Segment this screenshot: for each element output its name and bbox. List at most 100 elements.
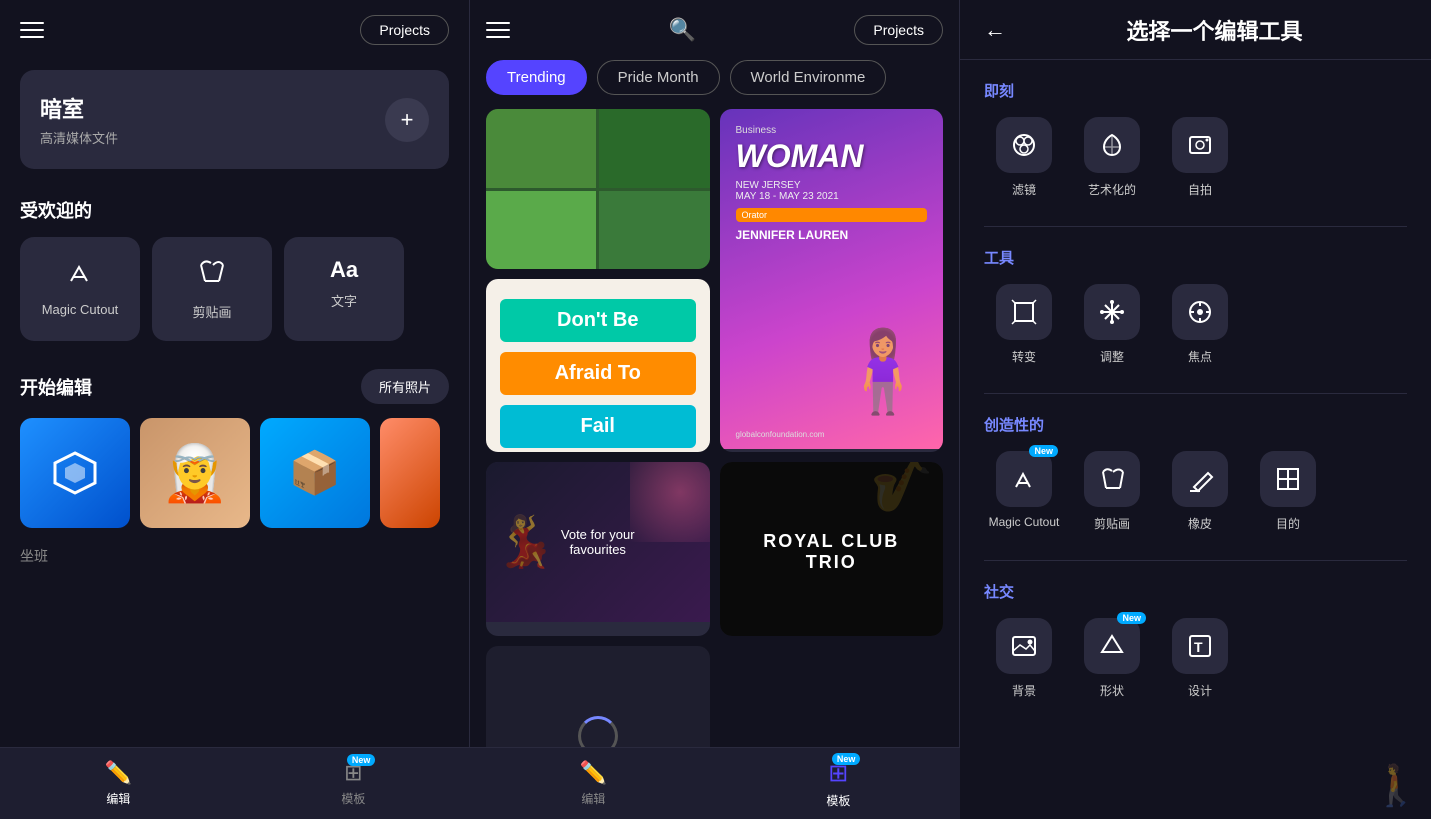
divider-3 xyxy=(984,560,1407,561)
hamburger-icon[interactable] xyxy=(20,22,44,38)
popular-tools-grid: Magic Cutout 剪贴画 Aa 文字 xyxy=(20,237,449,341)
tool-focus[interactable]: 焦点 xyxy=(1160,284,1240,365)
popular-title: 受欢迎的 xyxy=(20,197,449,223)
magic-cutout-new-badge: New xyxy=(1029,445,1058,457)
photo-thumb-3[interactable]: 📦 xyxy=(260,418,370,528)
tool-card-text[interactable]: Aa 文字 xyxy=(284,237,404,341)
text-icon: Aa xyxy=(330,257,358,283)
purpose-icon-box xyxy=(1260,451,1316,507)
tools-row-social: 背景 New 形状 T 设计 xyxy=(984,618,1407,699)
selfie-icon-box xyxy=(1172,117,1228,173)
nav-template[interactable]: ⊞ New 模板 xyxy=(341,760,365,807)
start-edit-title: 开始编辑 xyxy=(20,374,92,400)
template-green-collage[interactable] xyxy=(486,109,710,269)
right-content: 即刻 滤镜 xyxy=(960,60,1431,819)
nav-template-label: 模板 xyxy=(341,790,365,807)
adjust-label: 调整 xyxy=(1100,348,1124,365)
woman-sub-info: NEW JERSEYMAY 18 - MAY 23 2021 xyxy=(736,180,928,202)
tool-collage-right[interactable]: 剪贴画 xyxy=(1072,451,1152,532)
tool-magic-cutout[interactable]: New Magic Cutout xyxy=(984,451,1064,532)
adjust-icon-box xyxy=(1084,284,1140,340)
transform-label: 转变 xyxy=(1012,348,1036,365)
tool-eraser[interactable]: 橡皮 xyxy=(1160,451,1240,532)
woman-website: globalconfoundation.com xyxy=(736,430,825,439)
inspire-line3: Fail xyxy=(500,405,696,448)
section-creative-title: 创造性的 xyxy=(984,414,1407,435)
royal-text: ROYAL CLUBTRIO xyxy=(763,531,899,573)
dark-room-card[interactable]: 暗室 高清媒体文件 + xyxy=(20,70,449,169)
back-button[interactable]: ← xyxy=(984,17,1006,43)
nav-edit[interactable]: ✏️ 编辑 xyxy=(105,760,132,807)
left-content: 暗室 高清媒体文件 + 受欢迎的 Magic Cutout xyxy=(0,60,469,819)
tools-row-instant: 滤镜 艺术化的 自拍 xyxy=(984,117,1407,198)
middle-bottom-nav: ✏️ 编辑 ⊞ New 模板 xyxy=(470,747,960,819)
all-photos-button[interactable]: 所有照片 xyxy=(361,369,449,404)
section-tools-title: 工具 xyxy=(984,247,1407,268)
filter-icon-box xyxy=(996,117,1052,173)
middle-nav-template-label: 模板 xyxy=(826,792,850,809)
woman-biz-label: Business xyxy=(736,125,928,136)
photo-thumb-2[interactable]: 🧝 xyxy=(140,418,250,528)
tool-label-text: 文字 xyxy=(331,291,357,310)
magic-cutout-label: Magic Cutout xyxy=(989,515,1060,529)
nav-edit-label: 编辑 xyxy=(106,790,130,807)
tool-label-magic-cutout: Magic Cutout xyxy=(42,302,119,317)
woman-name: JENNIFER LAUREN xyxy=(736,228,928,242)
design-label: 设计 xyxy=(1188,682,1212,699)
inspire-line1: Don't Be xyxy=(500,299,696,342)
add-button[interactable]: + xyxy=(385,98,429,142)
selfie-label: 自拍 xyxy=(1188,181,1212,198)
middle-nav-template[interactable]: ⊞ New 模板 xyxy=(826,759,850,809)
magic-cutout-icon xyxy=(65,257,95,294)
section-social-title: 社交 xyxy=(984,581,1407,602)
tool-adjust[interactable]: 调整 xyxy=(1072,284,1152,365)
middle-nav-edit-label: 编辑 xyxy=(581,790,605,807)
focus-label: 焦点 xyxy=(1188,348,1212,365)
tool-purpose[interactable]: 目的 xyxy=(1248,451,1328,532)
tool-selfie[interactable]: 自拍 xyxy=(1160,117,1240,198)
right-panel: ← 选择一个编辑工具 即刻 滤镜 xyxy=(960,0,1431,819)
middle-nav-edit[interactable]: ✏️ 编辑 xyxy=(580,760,607,807)
tool-transform[interactable]: 转变 xyxy=(984,284,1064,365)
woman-badge: Orator xyxy=(736,208,928,222)
template-woman-business[interactable]: Business WOMAN NEW JERSEYMAY 18 - MAY 23… xyxy=(720,109,944,452)
tool-shape[interactable]: New 形状 xyxy=(1072,618,1152,699)
tool-filter[interactable]: 滤镜 xyxy=(984,117,1064,198)
tool-card-collage[interactable]: 剪贴画 xyxy=(152,237,272,341)
divider-2 xyxy=(984,393,1407,394)
template-vote[interactable]: Vote for yourfavourites 💃 xyxy=(486,462,710,635)
tool-design[interactable]: T 设计 xyxy=(1160,618,1240,699)
middle-template-new-badge: New xyxy=(832,753,861,765)
shape-icon-box: New xyxy=(1084,618,1140,674)
edit-nav-icon: ✏️ xyxy=(105,760,132,786)
middle-panel: 🔍 Projects Trending Pride Month World En… xyxy=(470,0,960,819)
shape-label: 形状 xyxy=(1100,682,1124,699)
photo-thumb-1[interactable] xyxy=(20,418,130,528)
tab-pride[interactable]: Pride Month xyxy=(597,60,720,95)
artistic-label: 艺术化的 xyxy=(1088,181,1136,198)
tool-card-magic-cutout[interactable]: Magic Cutout xyxy=(20,237,140,341)
tab-trending[interactable]: Trending xyxy=(486,60,587,95)
middle-projects-button[interactable]: Projects xyxy=(854,15,943,45)
background-label: 背景 xyxy=(1012,682,1036,699)
right-header: ← 选择一个编辑工具 xyxy=(960,0,1431,60)
royal-content: 🎷 ROYAL CLUBTRIO xyxy=(720,462,944,635)
template-royal[interactable]: 🎷 ROYAL CLUBTRIO xyxy=(720,462,944,635)
tools-row-creative: New Magic Cutout 剪贴画 xyxy=(984,451,1407,532)
woman-main-title: WOMAN xyxy=(736,140,928,172)
template-inspire[interactable]: Don't Be Afraid To Fail Be Afraid OfNot … xyxy=(486,279,710,452)
tool-artistic[interactable]: 艺术化的 xyxy=(1072,117,1152,198)
tab-world[interactable]: World Environme xyxy=(730,60,887,95)
section-instant-title: 即刻 xyxy=(984,80,1407,101)
footer-label: 坐班 xyxy=(20,546,449,566)
purpose-label: 目的 xyxy=(1276,515,1300,532)
tool-background[interactable]: 背景 xyxy=(984,618,1064,699)
left-projects-button[interactable]: Projects xyxy=(360,15,449,45)
divider-1 xyxy=(984,226,1407,227)
template-new-badge: New xyxy=(347,754,376,766)
photo-thumb-4[interactable] xyxy=(380,418,440,528)
left-panel: Projects 暗室 高清媒体文件 + 受欢迎的 Magic Cutout xyxy=(0,0,470,819)
search-button[interactable]: 🔍 xyxy=(669,17,696,43)
middle-hamburger-icon[interactable] xyxy=(486,22,510,38)
left-bottom-nav: ✏️ 编辑 ⊞ New 模板 xyxy=(0,747,470,819)
